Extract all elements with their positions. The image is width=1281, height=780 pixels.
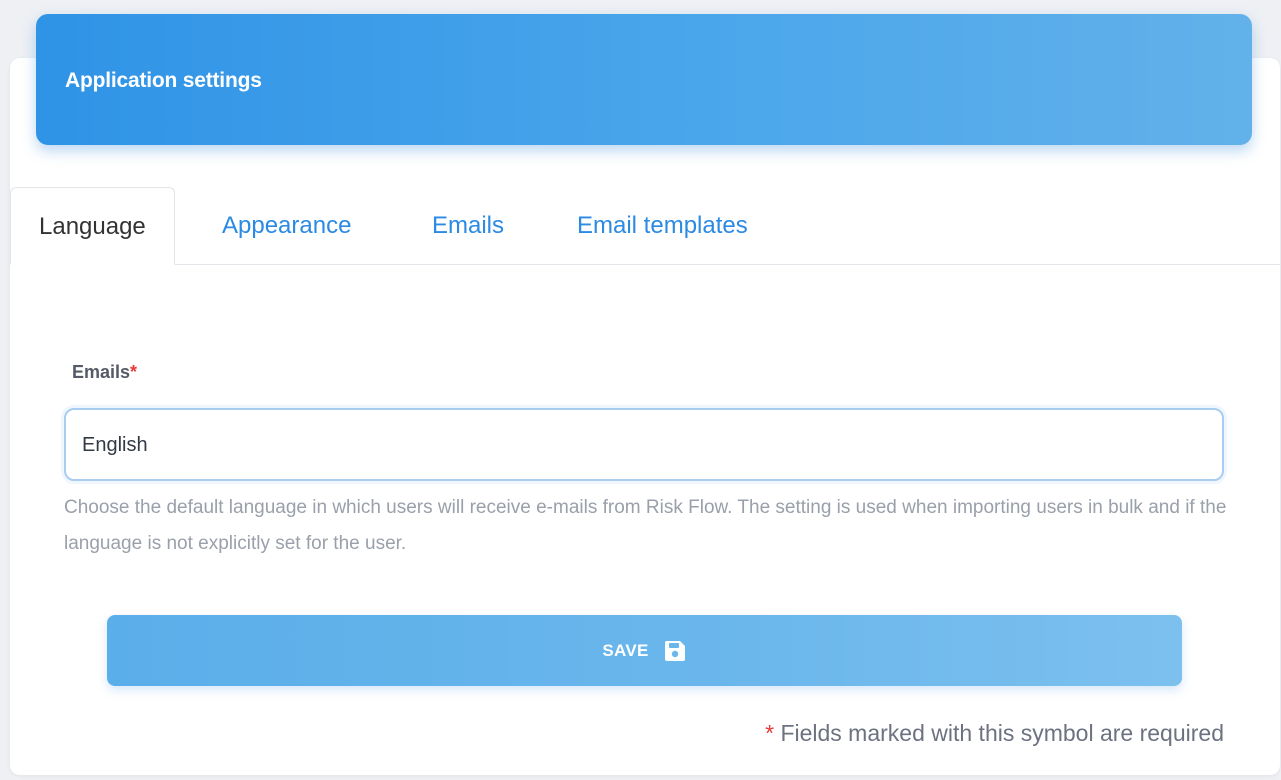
required-note-marker: * bbox=[765, 720, 775, 746]
page-title: Application settings bbox=[65, 69, 262, 92]
required-note-text: Fields marked with this symbol are requi… bbox=[780, 720, 1224, 746]
settings-tabs: Language Appearance Emails Email templat… bbox=[10, 187, 1280, 265]
field-label-text: Emails bbox=[72, 362, 131, 382]
language-select-value: English bbox=[82, 434, 148, 456]
save-button-label: SAVE bbox=[602, 640, 649, 660]
floppy-disk-icon bbox=[663, 639, 687, 663]
required-marker: * bbox=[130, 362, 138, 382]
tab-appearance[interactable]: Appearance bbox=[222, 187, 351, 264]
tab-email-templates[interactable]: Email templates bbox=[577, 187, 748, 264]
required-fields-note: * Fields marked with this symbol are req… bbox=[765, 720, 1224, 747]
settings-page: Application settings Language Appearance… bbox=[0, 0, 1281, 780]
tab-language[interactable]: Language bbox=[10, 187, 175, 265]
help-text: Choose the default language in which use… bbox=[64, 497, 1227, 554]
page-header: Application settings bbox=[36, 14, 1252, 145]
save-button[interactable]: SAVE bbox=[107, 615, 1182, 686]
tab-emails[interactable]: Emails bbox=[432, 187, 504, 264]
language-select[interactable]: English bbox=[64, 408, 1224, 481]
emails-field-label: Emails* bbox=[72, 362, 137, 383]
